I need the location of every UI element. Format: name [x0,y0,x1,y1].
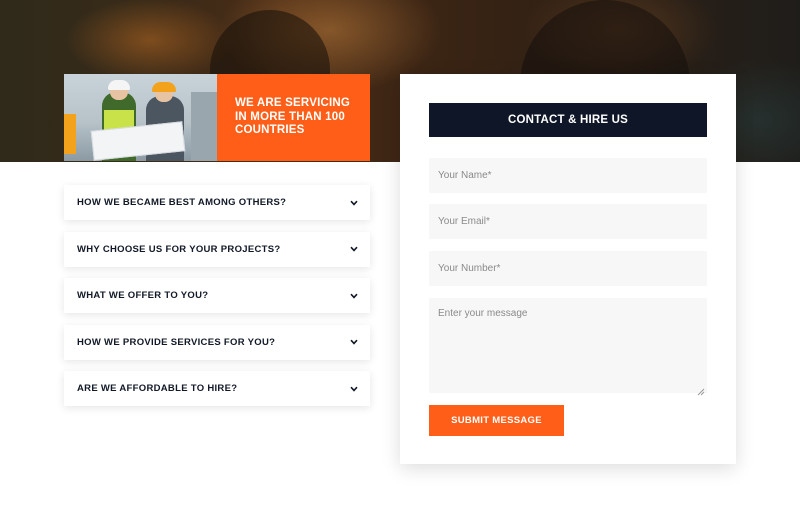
chevron-down-icon [350,245,358,253]
feature-banner: WE ARE SERVICING IN MORE THAN 100 COUNTR… [64,74,370,161]
chevron-down-icon [350,338,358,346]
banner-headline: WE ARE SERVICING IN MORE THAN 100 COUNTR… [217,74,370,161]
faq-accordion: HOW WE BECAME BEST AMONG OTHERS? WHY CHO… [64,185,370,418]
submit-message-button[interactable]: SUBMIT MESSAGE [429,405,564,436]
chevron-down-icon [350,292,358,300]
photo-building [191,92,217,161]
email-input[interactable] [429,204,707,239]
faq-question: WHAT WE OFFER TO YOU? [77,290,209,301]
faq-item[interactable]: ARE WE AFFORDABLE TO HIRE? [64,371,370,406]
faq-item[interactable]: HOW WE BECAME BEST AMONG OTHERS? [64,185,370,220]
faq-question: HOW WE BECAME BEST AMONG OTHERS? [77,197,287,208]
faq-question: ARE WE AFFORDABLE TO HIRE? [77,383,238,394]
phone-number-input[interactable] [429,251,707,286]
faq-item[interactable]: WHAT WE OFFER TO YOU? [64,278,370,313]
photo-hard-hat [108,80,130,90]
resize-handle-icon[interactable] [697,383,705,396]
chevron-down-icon [350,199,358,207]
name-input[interactable] [429,158,707,193]
engineers-photo [64,74,217,161]
contact-form-card: CONTACT & HIRE US SUBMIT MESSAGE [400,74,736,464]
photo-vest [64,114,76,154]
contact-form-title: CONTACT & HIRE US [429,103,707,137]
faq-item[interactable]: WHY CHOOSE US FOR YOUR PROJECTS? [64,231,370,267]
faq-question: HOW WE PROVIDE SERVICES FOR YOU? [77,336,276,348]
chevron-down-icon [350,385,358,393]
faq-question: WHY CHOOSE US FOR YOUR PROJECTS? [77,243,281,255]
photo-hard-hat [152,82,176,92]
message-textarea[interactable] [429,298,707,393]
faq-item[interactable]: HOW WE PROVIDE SERVICES FOR YOU? [64,324,370,360]
